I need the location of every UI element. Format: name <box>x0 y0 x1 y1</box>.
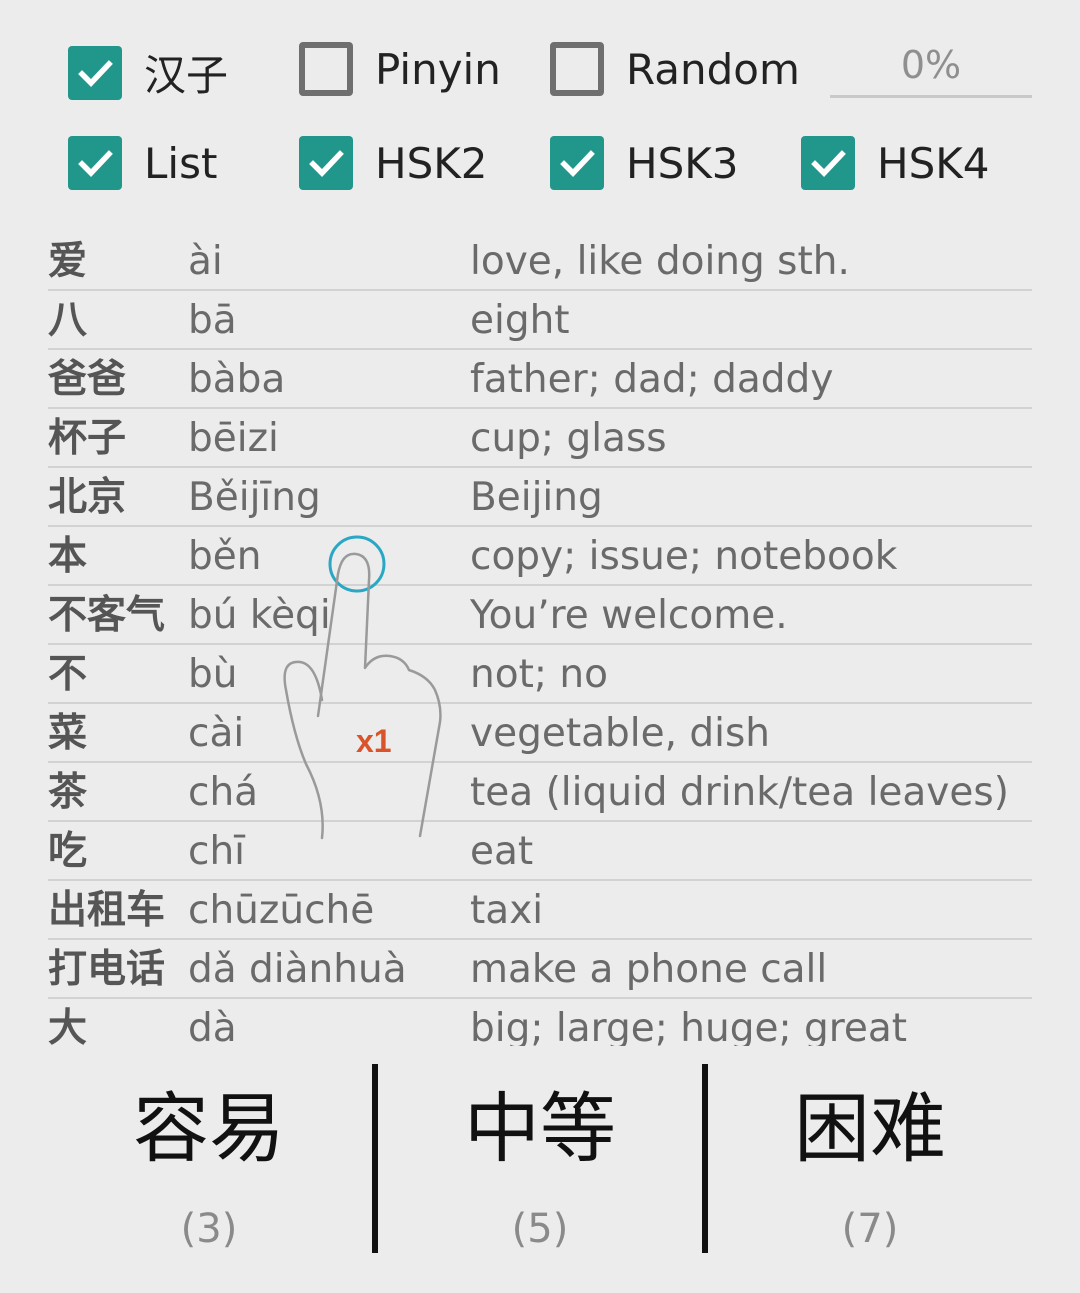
word-row[interactable]: 杯子 bēizi cup; glass <box>48 409 1032 468</box>
word-pinyin: chī <box>188 829 245 874</box>
word-row[interactable]: 不 bù not; no <box>48 645 1032 704</box>
word-hanzi: 打电话 <box>48 947 166 992</box>
word-english: make a phone call <box>470 947 828 992</box>
word-row[interactable]: 不客气 bú kèqi You’re welcome. <box>48 586 1032 645</box>
word-row[interactable]: 吃 chī eat <box>48 822 1032 881</box>
checkbox-hsk2-label: HSK2 <box>375 138 488 188</box>
word-row[interactable]: 打电话 dǎ diànhuà make a phone call <box>48 940 1032 999</box>
word-row[interactable]: 菜 cài vegetable, dish <box>48 704 1032 763</box>
word-pinyin: bēizi <box>188 416 279 461</box>
checkbox-list[interactable]: List <box>68 136 217 190</box>
word-pinyin: ài <box>188 239 223 284</box>
word-hanzi: 吃 <box>48 829 88 874</box>
checkbox-list-box[interactable] <box>68 136 122 190</box>
difficulty-medium-button[interactable]: 中等 (5) <box>375 1070 705 1252</box>
difficulty-easy-count: (3) <box>180 1206 238 1252</box>
word-english: copy; issue; notebook <box>470 534 898 579</box>
tap-count-label: x1 <box>356 723 392 759</box>
word-english: You’re welcome. <box>470 593 788 638</box>
checkbox-random-box[interactable] <box>550 42 604 96</box>
checkbox-hsk3-label: HSK3 <box>626 138 739 188</box>
word-pinyin: Běijīng <box>188 475 321 520</box>
checkbox-hsk4[interactable]: HSK4 <box>801 136 990 190</box>
word-hanzi: 爱 <box>48 239 88 284</box>
checkbox-hsk2[interactable]: HSK2 <box>299 136 488 190</box>
word-row[interactable]: 北京 Běijīng Beijing <box>48 468 1032 527</box>
checkmark-icon <box>811 150 846 177</box>
word-hanzi: 本 <box>48 534 88 579</box>
difficulty-medium-count: (5) <box>511 1206 569 1252</box>
word-english: cup; glass <box>470 416 667 461</box>
difficulty-hard-label: 困难 <box>794 1084 946 1173</box>
word-row[interactable]: 茶 chá tea (liquid drink/tea leaves) <box>48 763 1032 822</box>
word-pinyin: bù <box>188 652 238 697</box>
word-english: big; large; huge; great <box>470 1006 908 1046</box>
checkbox-hanzi-label: 汉子 <box>144 51 229 100</box>
checkbox-hsk3[interactable]: HSK3 <box>550 136 739 190</box>
checkbox-pinyin-box[interactable] <box>299 42 353 96</box>
word-english: not; no <box>470 652 608 697</box>
word-hanzi: 茶 <box>48 770 88 815</box>
word-row[interactable]: 出租车 chūzūchē taxi <box>48 881 1032 940</box>
checkbox-hsk4-label: HSK4 <box>877 138 990 188</box>
word-hanzi: 杯子 <box>48 416 127 461</box>
word-hanzi: 出租车 <box>48 888 166 933</box>
checkmark-icon <box>309 150 344 177</box>
word-list[interactable]: 爱 ài love, like doing sth. 八 bā eight 爸爸 bàba… <box>48 232 1032 1046</box>
word-pinyin: běn <box>188 534 262 579</box>
word-pinyin: dǎ diànhuà <box>188 947 407 992</box>
checkmark-icon <box>78 150 113 177</box>
checkbox-hsk3-box[interactable] <box>550 136 604 190</box>
checkbox-hanzi[interactable]: 汉子 <box>68 42 228 103</box>
word-row[interactable]: 大 dà big; large; huge; great <box>48 999 1032 1046</box>
difficulty-hard-button[interactable]: 困难 (7) <box>705 1070 1035 1252</box>
word-pinyin: bā <box>188 298 237 343</box>
difficulty-easy-label: 容易 <box>133 1084 285 1173</box>
tap-hand-icon: x1 <box>283 535 442 840</box>
checkmark-icon <box>78 59 113 87</box>
checkbox-list-label: List <box>144 138 218 188</box>
word-hanzi: 八 <box>48 298 88 343</box>
difficulty-hard-count: (7) <box>841 1206 899 1252</box>
word-pinyin: chūzūchē <box>188 888 375 933</box>
word-english: love, like doing sth. <box>470 239 850 284</box>
word-pinyin: chá <box>188 770 259 815</box>
word-pinyin: dà <box>188 1006 237 1046</box>
word-row[interactable]: 八 bā eight <box>48 291 1032 350</box>
word-hanzi: 爸爸 <box>48 357 127 402</box>
tap-gesture-overlay: x1 <box>270 530 470 854</box>
word-english: vegetable, dish <box>470 711 771 756</box>
word-row[interactable]: 爱 ài love, like doing sth. <box>48 232 1032 291</box>
word-english: Beijing <box>470 475 603 520</box>
checkmark-icon <box>560 150 595 177</box>
checkbox-hanzi-box[interactable] <box>68 45 122 100</box>
word-pinyin: cài <box>188 711 245 756</box>
word-english: eight <box>470 298 570 343</box>
word-hanzi: 菜 <box>48 711 88 756</box>
word-english: eat <box>470 829 534 874</box>
word-row[interactable]: 爸爸 bàba father; dad; daddy <box>48 350 1032 409</box>
checkbox-pinyin-label: Pinyin <box>375 44 501 94</box>
checkbox-pinyin[interactable]: Pinyin <box>299 42 501 96</box>
difficulty-easy-button[interactable]: 容易 (3) <box>44 1070 374 1252</box>
word-row[interactable]: 本 běn copy; issue; notebook <box>48 527 1032 586</box>
checkbox-random-label: Random <box>626 44 800 94</box>
difficulty-medium-label: 中等 <box>464 1084 616 1173</box>
checkbox-hsk2-box[interactable] <box>299 136 353 190</box>
progress-percent: 0% <box>830 40 1032 98</box>
word-english: father; dad; daddy <box>470 357 834 402</box>
word-hanzi: 不 <box>48 652 88 697</box>
word-english: taxi <box>470 888 544 933</box>
word-hanzi: 北京 <box>48 475 127 520</box>
checkbox-random[interactable]: Random <box>550 42 800 96</box>
checkbox-hsk4-box[interactable] <box>801 136 855 190</box>
word-english: tea (liquid drink/tea leaves) <box>470 770 1009 815</box>
word-pinyin: bàba <box>188 357 286 402</box>
word-hanzi: 大 <box>48 1006 88 1046</box>
word-hanzi: 不客气 <box>48 593 166 638</box>
